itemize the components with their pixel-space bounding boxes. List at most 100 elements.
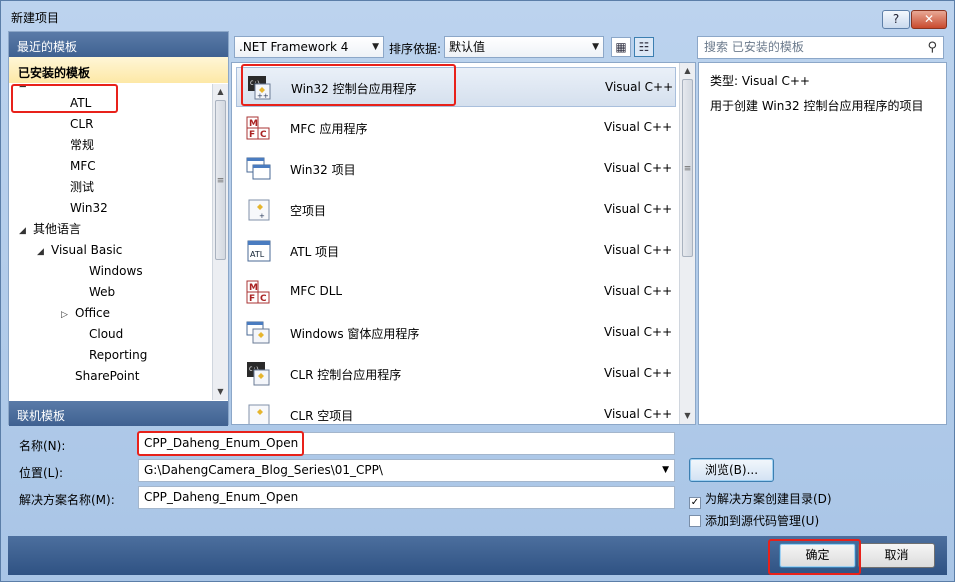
template-language: Visual C++ [604,120,673,134]
expanded-triangle-icon[interactable]: ◢ [19,84,33,94]
tree-item-label: 常规 [70,138,95,152]
template-name: Windows 窗体应用程序 [290,327,420,341]
tree-item[interactable]: SharePoint [61,366,139,386]
tree-item[interactable]: Windows [75,261,143,281]
sort-select-value: 默认值 [449,40,486,54]
tree-item[interactable]: Reporting [75,345,147,365]
tree-item[interactable]: CLR [56,114,93,134]
close-button[interactable]: ✕ [911,10,947,29]
svg-text:C: C [260,294,267,304]
template-name: CLR 控制台应用程序 [290,368,402,382]
template-row[interactable]: M F C MFC DLL Visual C++ [236,272,676,312]
template-language: Visual C++ [605,80,674,94]
tree-item-label: CLR [70,117,94,131]
tree-item[interactable]: MFC [56,156,96,176]
tree-item-label: 测试 [70,180,95,194]
project-name-value: CPP_Daheng_Enum_Open [144,436,299,450]
template-row[interactable]: CLR 空项目 Visual C++ [236,395,676,424]
source-control-checkbox-row[interactable]: 添加到源代码管理(U) [689,512,819,529]
browse-button[interactable]: 浏览(B)... [689,458,774,482]
solution-name-label: 解决方案名称(M): [19,493,115,507]
template-row[interactable]: ATL ATL 项目 Visual C++ [236,231,676,271]
tree-item[interactable]: ◢ 其他语言 [19,219,81,239]
tree-item[interactable]: 常规 [56,135,94,155]
template-categories-panel: 最近的模板 已安装的模板 ◢Visual C++ATL CLR 常规 MFC 测试 Win… [8,31,229,426]
title-bar: 新建项目 ? ✕ [1,1,954,31]
ok-button[interactable]: 确定 [779,543,856,568]
tree-scroll-thumb[interactable]: ≡ [215,100,226,260]
cancel-button[interactable]: 取消 [858,543,935,568]
list-view-button[interactable]: ☷ [634,37,654,57]
template-name: Win32 控制台应用程序 [291,82,417,96]
small-icons-view-button[interactable]: ▦ [611,37,631,57]
expanded-triangle-icon[interactable]: ◢ [37,242,51,262]
template-name: ATL 项目 [290,245,340,259]
sort-select[interactable]: 默认值 ▼ [444,36,604,58]
tree-item[interactable]: ◢Visual C++ [19,84,101,92]
tree-item[interactable]: ▷ Office [61,303,110,323]
scroll-up-arrow-icon[interactable]: ▲ [213,84,228,100]
tree-item-label: Office [75,306,111,320]
win32-project-icon [246,156,272,182]
tree-item[interactable]: Web [75,282,115,302]
template-list: C:\++Win32 控制台应用程序Visual C++MFCMFC 应用程序V… [231,62,696,425]
search-templates-input[interactable]: 搜索 已安装的模板 ⚲ [697,36,944,59]
location-combo[interactable]: G:\DahengCamera_Blog_Series\01_CPP\ ▼ [138,459,675,482]
list-view-icon: ☷ [638,40,650,54]
atl-project-icon: ATL [246,238,272,264]
template-row[interactable]: + 空项目 Visual C++ [236,190,676,230]
location-value: G:\DahengCamera_Blog_Series\01_CPP\ [144,463,383,477]
dialog-title: 新建项目 [11,11,60,25]
tree-item[interactable]: ◢ Visual Basic [37,240,122,260]
template-row[interactable]: M F C MFC 应用程序 Visual C++ [236,108,676,148]
tree-item-label: MFC [70,159,96,173]
expanded-triangle-icon[interactable]: ◢ [19,221,33,241]
scroll-up-arrow-icon[interactable]: ▲ [680,63,695,79]
mfc-app-icon: MFC [246,115,272,141]
dropdown-arrow-icon[interactable]: ▼ [662,460,669,481]
template-language: Visual C++ [604,325,673,339]
dropdown-arrow-icon: ▼ [372,42,379,52]
template-language: Visual C++ [604,243,673,257]
tree-item[interactable]: Win32 [56,198,108,218]
scroll-down-arrow-icon[interactable]: ▼ [680,408,695,424]
category-tree: ◢Visual C++ATLCLR常规MFC测试Win32◢其他语言◢Visua… [9,84,212,400]
source-control-checkbox[interactable] [689,515,701,527]
solution-name-input[interactable]: CPP_Daheng_Enum_Open [138,486,675,509]
tree-item-label: Visual Basic [51,243,123,257]
template-row[interactable]: C:\++ Win32 控制台应用程序 Visual C++ [236,67,676,107]
collapsed-triangle-icon[interactable]: ▷ [61,305,75,325]
tree-item-label: Web [89,285,116,299]
svg-text:C: C [260,130,267,140]
help-button[interactable]: ? [882,10,910,29]
tree-item[interactable]: ATL [56,93,91,113]
scroll-down-arrow-icon[interactable]: ▼ [213,384,228,400]
template-row[interactable]: C:\ CLR 控制台应用程序 Visual C++ [236,354,676,394]
svg-text:F: F [249,294,255,304]
tree-item[interactable]: 测试 [56,177,94,197]
template-scroll-thumb[interactable]: ≡ [682,79,693,257]
grid-view-icon: ▦ [615,40,627,54]
tree-scrollbar[interactable]: ▲ ≡ ▼ [212,84,228,400]
framework-select[interactable]: .NET Framework 4 ▼ [234,36,384,58]
search-placeholder: 搜索 已安装的模板 [704,40,804,54]
tree-item-label: Win32 [70,201,108,215]
installed-templates-header[interactable]: 已安装的模板 [9,57,228,83]
tree-item[interactable]: Cloud [75,324,123,344]
online-templates-header[interactable]: 联机模板 [9,401,228,426]
template-name: 空项目 [290,204,327,218]
create-directory-checkbox-row[interactable]: ✓ 为解决方案创建目录(D) [689,490,832,509]
project-name-input[interactable]: CPP_Daheng_Enum_Open [138,432,675,455]
name-label: 名称(N): [19,439,66,453]
recent-templates-header[interactable]: 最近的模板 [9,32,228,57]
search-icon[interactable]: ⚲ [927,37,937,58]
template-row[interactable]: Win32 项目 Visual C++ [236,149,676,189]
clr-empty-icon [246,402,272,424]
template-list-scrollbar[interactable]: ▲ ≡ ▼ [679,63,695,424]
template-row[interactable]: Windows 窗体应用程序 Visual C++ [236,313,676,353]
svg-text:F: F [249,130,255,140]
sort-label: 排序依据: [389,42,442,56]
create-directory-checkbox[interactable]: ✓ [689,497,701,509]
template-description-panel: 类型: Visual C++ 用于创建 Win32 控制台应用程序的项目 [698,62,947,425]
create-directory-label: 为解决方案创建目录(D) [705,492,832,506]
